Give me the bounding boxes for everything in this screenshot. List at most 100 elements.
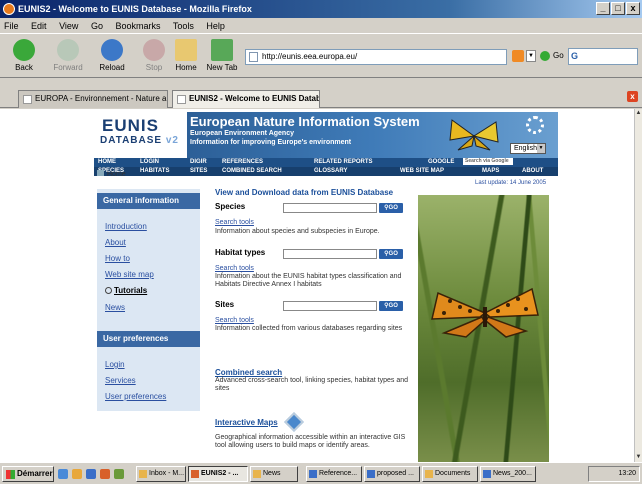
banner-subtitle-tagline: Information for improving Europe's envir… bbox=[190, 139, 352, 146]
sidebar-link-tutorials[interactable]: Tutorials bbox=[105, 286, 147, 295]
tab-eunis[interactable]: EUNIS2 - Welcome to EUNIS Database bbox=[172, 90, 320, 108]
go-label[interactable]: Go bbox=[553, 51, 564, 60]
language-select[interactable]: English ▼ bbox=[510, 143, 546, 154]
close-window-button[interactable]: x bbox=[626, 2, 640, 15]
sidebar-link-introduction[interactable]: Introduction bbox=[105, 222, 147, 231]
combined-search-link[interactable]: Combined search bbox=[215, 368, 282, 377]
forward-button[interactable]: Forward bbox=[48, 37, 88, 75]
tab-europa[interactable]: EUROPA - Environnement - Nature and Bio.… bbox=[18, 90, 168, 108]
menu-maps[interactable]: MAPS bbox=[482, 167, 499, 176]
breadcrumb[interactable]: Home bbox=[97, 170, 126, 178]
vertical-scrollbar[interactable]: ▲ ▼ bbox=[634, 109, 642, 462]
page-content: EUNIS DATABASE v2 European Nature Inform… bbox=[0, 109, 634, 462]
folder-icon bbox=[253, 470, 261, 478]
top-menu-row1: HOME LOGIN DIGIR REFERENCES RELATED REPO… bbox=[94, 158, 558, 167]
combined-search-description: Advanced cross-search tool, linking spec… bbox=[215, 377, 408, 392]
sites-go-button[interactable]: ⚲GO bbox=[379, 301, 403, 311]
scroll-down-icon[interactable]: ▼ bbox=[635, 453, 642, 462]
left-sidebar: General information Introduction About H… bbox=[97, 189, 200, 411]
tab-label: EUROPA - Environnement - Nature and Bio.… bbox=[35, 94, 167, 103]
species-go-button[interactable]: ⚲GO bbox=[379, 203, 403, 213]
sites-description: Information collected from various datab… bbox=[215, 325, 403, 332]
stop-icon bbox=[143, 39, 165, 61]
menu-home[interactable]: HOME bbox=[98, 158, 116, 167]
clock: 13:20 bbox=[618, 470, 636, 477]
sites-search-input[interactable] bbox=[283, 301, 377, 311]
quicklaunch-firefox-icon[interactable] bbox=[100, 469, 110, 479]
maximize-button[interactable]: □ bbox=[611, 2, 625, 15]
interactive-maps-link[interactable]: Interactive Maps bbox=[215, 418, 278, 427]
view-download-title: View and Download data from EUNIS Databa… bbox=[215, 188, 394, 197]
sidebar-link-how-to[interactable]: How to bbox=[105, 254, 130, 263]
home-button[interactable]: Home bbox=[166, 37, 206, 75]
sidebar-link-services[interactable]: Services bbox=[105, 376, 136, 385]
new-tab-label: New Tab bbox=[206, 63, 238, 72]
habitat-go-button[interactable]: ⚲GO bbox=[379, 249, 403, 259]
database-logo: DATABASE v2 bbox=[100, 135, 179, 146]
menu-login[interactable]: LOGIN bbox=[140, 158, 159, 167]
task-news[interactable]: News bbox=[250, 466, 298, 482]
last-update: Last update: 14 June 2005 bbox=[475, 180, 547, 186]
menu-file[interactable]: File bbox=[4, 21, 19, 31]
sidebar-link-about[interactable]: About bbox=[105, 238, 126, 247]
google-search-input[interactable]: Search via Google bbox=[463, 158, 513, 165]
menu-sites[interactable]: SITES bbox=[190, 167, 207, 176]
menu-bookmarks[interactable]: Bookmarks bbox=[115, 21, 160, 31]
start-button[interactable]: Démarrer bbox=[2, 466, 54, 482]
compass-icon[interactable] bbox=[284, 412, 304, 432]
quicklaunch-desktop-icon[interactable] bbox=[58, 469, 68, 479]
menu-tools[interactable]: Tools bbox=[173, 21, 194, 31]
menu-combined-search[interactable]: COMBINED SEARCH bbox=[222, 167, 282, 176]
sidebar-link-web-site-map[interactable]: Web site map bbox=[105, 270, 154, 279]
habitat-search-tools-link[interactable]: Search tools bbox=[215, 265, 254, 272]
quicklaunch-ie-icon[interactable] bbox=[86, 469, 96, 479]
stop-label: Stop bbox=[145, 63, 163, 72]
firefox-task-icon bbox=[191, 470, 199, 478]
rss-icon[interactable] bbox=[512, 50, 524, 62]
minimize-button[interactable]: _ bbox=[596, 2, 610, 15]
menu-help[interactable]: Help bbox=[206, 21, 225, 31]
system-tray: 13:20 bbox=[588, 466, 640, 482]
quicklaunch-folder-icon[interactable] bbox=[72, 469, 82, 479]
sidebar-link-news[interactable]: News bbox=[105, 303, 125, 312]
go-icon[interactable] bbox=[540, 51, 550, 61]
close-tab-button[interactable]: x bbox=[627, 91, 638, 102]
quicklaunch-app-icon[interactable] bbox=[114, 469, 124, 479]
menu-about[interactable]: ABOUT bbox=[522, 167, 543, 176]
word-icon bbox=[367, 470, 375, 478]
task-documents[interactable]: Documents bbox=[422, 466, 478, 482]
species-description: Information about species and subspecies… bbox=[215, 228, 380, 235]
habitat-search-input[interactable] bbox=[283, 249, 377, 259]
scroll-up-icon[interactable]: ▲ bbox=[635, 109, 642, 118]
menu-view[interactable]: View bbox=[59, 21, 78, 31]
species-search-tools-link[interactable]: Search tools bbox=[215, 219, 254, 226]
url-field[interactable]: http://eunis.eea.europa.eu/ bbox=[245, 49, 507, 65]
back-button[interactable]: Back bbox=[4, 37, 44, 75]
reload-button[interactable]: Reload bbox=[92, 37, 132, 75]
sidebar-link-login[interactable]: Login bbox=[105, 360, 125, 369]
menu-edit[interactable]: Edit bbox=[31, 21, 47, 31]
url-dropdown-icon[interactable]: ▼ bbox=[526, 50, 536, 62]
menu-go[interactable]: Go bbox=[91, 21, 103, 31]
menu-digir[interactable]: DIGIR bbox=[190, 158, 207, 167]
user-prefs-heading: User preferences bbox=[97, 331, 200, 347]
task-inbox[interactable]: Inbox - M... bbox=[136, 466, 186, 482]
tutorial-icon bbox=[105, 287, 112, 294]
url-text: http://eunis.eea.europa.eu/ bbox=[262, 52, 358, 61]
sites-search-tools-link[interactable]: Search tools bbox=[215, 317, 254, 324]
task-news-2005[interactable]: News_200... bbox=[480, 466, 536, 482]
task-eunis[interactable]: EUNIS2 - ... bbox=[188, 466, 248, 482]
search-engine-box[interactable]: G bbox=[568, 48, 638, 65]
menu-habitats[interactable]: HABITATS bbox=[140, 167, 169, 176]
banner-title: European Nature Information System bbox=[190, 114, 420, 129]
new-tab-button[interactable]: New Tab bbox=[202, 37, 242, 75]
menu-references[interactable]: REFERENCES bbox=[222, 158, 263, 167]
menu-web-site-map[interactable]: WEB SITE MAP bbox=[400, 167, 444, 176]
menu-related-reports[interactable]: RELATED REPORTS bbox=[314, 158, 373, 167]
sidebar-link-user-preferences[interactable]: User preferences bbox=[105, 392, 166, 401]
task-reference[interactable]: Reference... bbox=[306, 466, 362, 482]
task-proposed[interactable]: proposed ... bbox=[364, 466, 420, 482]
species-search-input[interactable] bbox=[283, 203, 377, 213]
menu-glossary[interactable]: GLOSSARY bbox=[314, 167, 347, 176]
back-label: Back bbox=[15, 63, 33, 72]
